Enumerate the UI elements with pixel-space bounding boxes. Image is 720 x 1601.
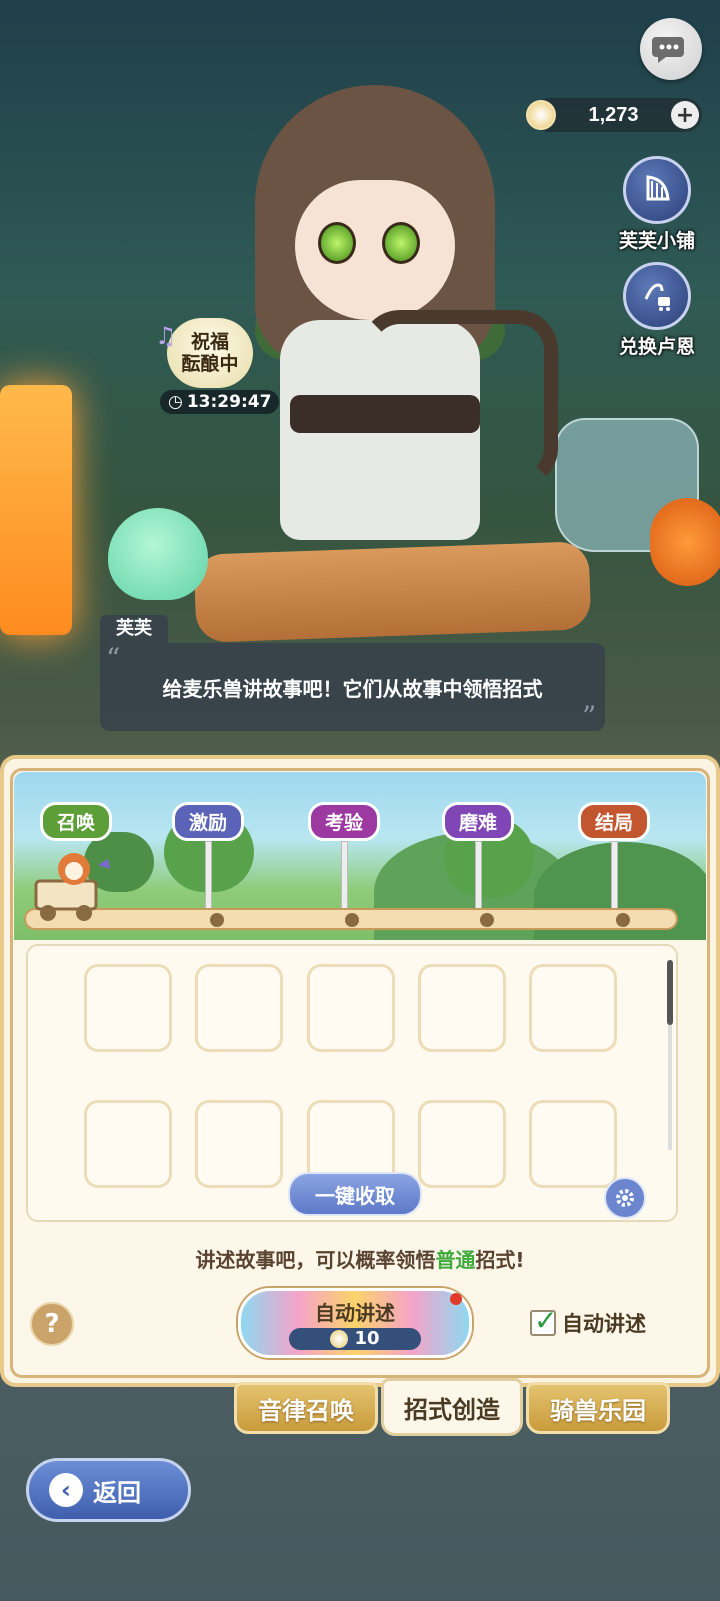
- stage-label: 激励: [172, 802, 245, 841]
- gear-icon: [616, 1189, 634, 1207]
- blessing-line1: 祝福: [190, 331, 229, 353]
- track-node: [345, 913, 359, 927]
- blessing-timer: ◷ 13:29:47: [160, 390, 280, 414]
- chat-bubble-icon: [652, 37, 684, 63]
- hint-highlight: 普通: [435, 1248, 476, 1272]
- wagon-mascot-icon: [28, 845, 118, 925]
- add-currency-button[interactable]: +: [671, 101, 699, 129]
- card-slot[interactable]: [529, 1100, 617, 1188]
- notification-dot: [450, 1293, 462, 1305]
- harp-shop-icon: [623, 156, 691, 224]
- harp-icon: [360, 310, 558, 488]
- card-slot[interactable]: [195, 1100, 283, 1188]
- auto-cost-value: 10: [354, 1328, 380, 1349]
- currency-display: 1,273 +: [526, 98, 702, 132]
- back-label: 返回: [93, 1478, 141, 1507]
- track-node: [210, 913, 224, 927]
- exchange-cart-icon: [623, 262, 691, 330]
- dialogue-box[interactable]: 给麦乐兽讲故事吧！它们从故事中领悟招式: [100, 643, 605, 731]
- tab-rhythm-summon[interactable]: 音律召唤: [234, 1382, 378, 1434]
- stage-label: 磨难: [442, 802, 515, 841]
- back-button[interactable]: ‹ 返回: [26, 1458, 191, 1522]
- clock-icon: ◷: [168, 392, 183, 412]
- stage-summon[interactable]: 召唤: [40, 802, 113, 841]
- stage-hardship[interactable]: 磨难: [442, 802, 515, 923]
- stage-label: 召唤: [40, 802, 113, 841]
- hint-after: 招式!: [475, 1248, 525, 1272]
- exchange-label: 兑换卢恩: [618, 336, 695, 358]
- card-slot[interactable]: [84, 1100, 172, 1188]
- close-quote-icon: ”: [582, 700, 597, 733]
- stage-encourage[interactable]: 激励: [172, 802, 245, 923]
- character-right-eye: [382, 222, 420, 264]
- auto-narrate-button[interactable]: 自动讲述 10: [238, 1288, 472, 1358]
- lantern-decoration: [0, 385, 72, 635]
- pumpkin-decoration: [650, 498, 720, 586]
- speaker-name: 芙芙: [100, 615, 168, 643]
- shop-button[interactable]: 芙芙小铺: [612, 156, 702, 253]
- track-node: [616, 913, 630, 927]
- checkmark-icon: ✓: [534, 1304, 558, 1337]
- tab-mount-park[interactable]: 骑兽乐园: [526, 1382, 670, 1434]
- card-slot[interactable]: [195, 964, 283, 1052]
- hint-text: 讲述故事吧，可以概率领悟普通招式!: [0, 1244, 720, 1273]
- scrollbar-thumb[interactable]: [667, 960, 673, 1025]
- question-icon: ?: [44, 1309, 60, 1339]
- collect-all-button[interactable]: 一键收取: [288, 1172, 422, 1216]
- stage-label: 考验: [308, 802, 381, 841]
- chat-button[interactable]: [640, 18, 702, 80]
- card-slot[interactable]: [84, 964, 172, 1052]
- auto-narrate-checkbox-label: 自动讲述: [562, 1312, 646, 1336]
- shop-label: 芙芙小铺: [618, 230, 695, 252]
- dialogue-text: 给麦乐兽讲故事吧！它们从故事中领悟招式: [162, 676, 543, 701]
- character-left-eye: [318, 222, 356, 264]
- card-slot[interactable]: [418, 964, 506, 1052]
- help-button[interactable]: ?: [30, 1302, 74, 1346]
- coin-icon: [330, 1329, 349, 1348]
- auto-narrate-toggle[interactable]: ✓ 自动讲述: [530, 1304, 646, 1338]
- hint-before: 讲述故事吧，可以概率领悟: [195, 1248, 436, 1272]
- music-note-icon: ♫: [155, 322, 177, 350]
- coin-icon: [526, 100, 556, 130]
- back-arrow-icon: ‹: [49, 1473, 83, 1507]
- blessing-timer-text: 13:29:47: [186, 392, 272, 412]
- auto-narrate-cost: 10: [289, 1327, 421, 1350]
- stage-ending[interactable]: 结局: [578, 802, 651, 923]
- card-slot[interactable]: [418, 1100, 506, 1188]
- blessing-bubble: 祝福 酝酿中: [167, 318, 253, 388]
- stage-label: 结局: [578, 802, 651, 841]
- settings-button[interactable]: [604, 1177, 646, 1219]
- cushion: [193, 541, 592, 643]
- card-slot[interactable]: [529, 964, 617, 1052]
- auto-narrate-label: 自动讲述: [315, 1300, 395, 1325]
- stage-test[interactable]: 考验: [308, 802, 381, 923]
- tab-skill-creation[interactable]: 招式创造: [381, 1378, 523, 1436]
- card-slot[interactable]: [307, 964, 395, 1052]
- currency-amount: 1,273: [588, 103, 639, 126]
- blessing-line2: 酝酿中: [181, 353, 239, 375]
- exchange-button[interactable]: 兑换卢恩: [612, 262, 702, 359]
- open-quote-icon: “: [106, 642, 121, 675]
- auto-narrate-checkbox[interactable]: ✓: [530, 1304, 557, 1337]
- track-node: [480, 913, 494, 927]
- slime-pet[interactable]: [108, 508, 208, 600]
